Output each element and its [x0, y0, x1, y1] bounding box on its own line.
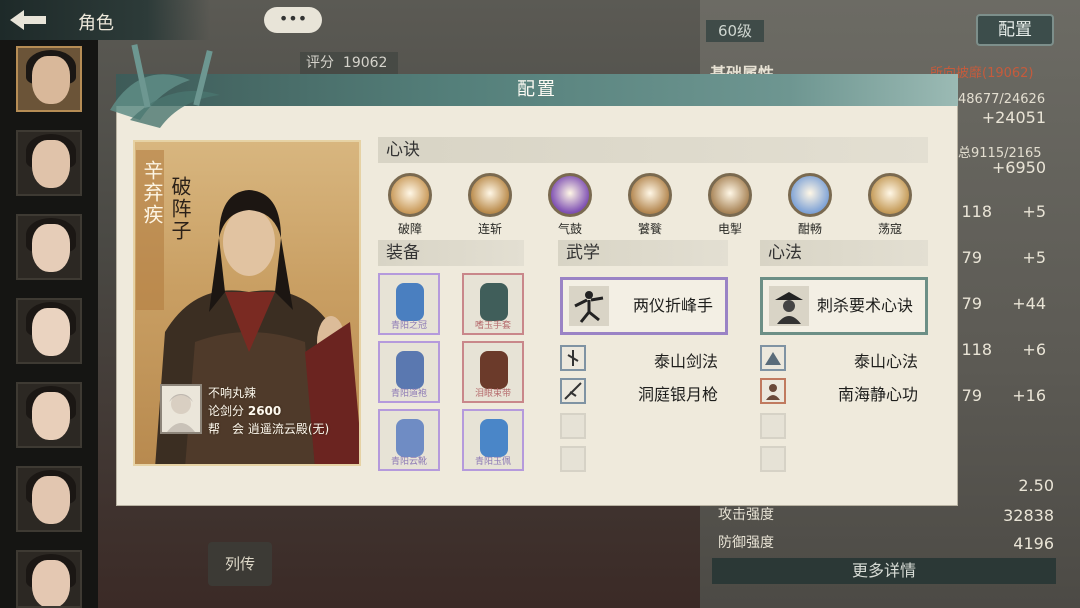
stat-label: 攻击强度 [718, 507, 774, 523]
player-guild: 帮 会 逍遥流云殿(无) [208, 422, 330, 436]
equipment-label: 泪眼束带 [474, 389, 511, 399]
martial-art-icon [569, 286, 609, 326]
equipment-icon [480, 351, 508, 389]
player-name: 不响丸辣 [208, 386, 257, 400]
stat-value: +5 [1022, 202, 1046, 221]
xinfa-section-title: 心法 [760, 240, 928, 266]
equipment-section-title: 装备 [378, 240, 524, 266]
stat-value: 4196 [1013, 534, 1054, 553]
equipment-slot[interactable]: 青阳云靴 [378, 409, 440, 471]
equipment-label: 嗜玉手套 [474, 321, 511, 331]
character-title: 破阵子 [168, 176, 192, 242]
xinjue-skill-icon[interactable] [868, 173, 912, 217]
empty-skill-slot[interactable] [560, 446, 586, 472]
xinfa-skill-label: 泰山心法 [853, 352, 918, 371]
xinjue-skill-icon[interactable] [468, 173, 512, 217]
stat-value: +5 [1022, 248, 1046, 267]
stat-sub: 79 [961, 294, 982, 313]
character-slot[interactable] [16, 382, 82, 448]
stat-value: +6950 [991, 158, 1046, 177]
xinjue-skill-label: 饕餮 [637, 222, 662, 236]
xinjue-skill-label: 连斩 [477, 222, 502, 236]
stat-sub: 118 [961, 202, 992, 221]
stat-sub: 118 [961, 340, 992, 359]
xinjue-skill-label: 荡寇 [877, 222, 902, 236]
empty-skill-slot[interactable] [760, 446, 786, 472]
page-title: 角色 [78, 13, 114, 34]
equipment-label: 青阳之冠 [390, 321, 427, 331]
score-chip: 评分 19062 [300, 52, 398, 74]
stat-value: +6 [1022, 340, 1046, 359]
more-options-button[interactable]: ••• [264, 7, 322, 33]
character-slot[interactable] [16, 214, 82, 280]
equipment-label: 青阳玉佩 [474, 457, 511, 467]
liezhuan-button[interactable]: 列传 [208, 542, 272, 586]
player-score: 论剑分 2600 [208, 404, 282, 418]
wuxue-main-skill[interactable]: 两仪折峰手 [560, 277, 728, 335]
equipment-slot[interactable]: 泪眼束带 [462, 341, 524, 403]
character-slot[interactable] [16, 46, 82, 112]
spear-skill-icon[interactable] [560, 378, 586, 404]
xinjue-skill-icon[interactable] [388, 173, 432, 217]
more-details-button[interactable]: 更多详情 [712, 558, 1056, 584]
player-avatar [160, 384, 202, 434]
xinjue-skill-icon[interactable] [548, 173, 592, 217]
xinjue-skill-icon[interactable] [708, 173, 752, 217]
xinjue-skill-icon[interactable] [788, 173, 832, 217]
equipment-icon [480, 283, 508, 321]
stat-value: 32838 [1003, 506, 1054, 525]
equipment-slot[interactable]: 青阳之冠 [378, 273, 440, 335]
stat-value: 2.50 [1018, 476, 1054, 495]
wuxue-section-title: 武学 [558, 240, 728, 266]
nanhai-xinfa-icon[interactable] [760, 378, 786, 404]
character-slot[interactable] [16, 298, 82, 364]
xinjue-section-title: 心诀 [378, 137, 928, 163]
xinjue-skill-label: 气鼓 [557, 222, 582, 236]
stat-sub: 48677/24626 [958, 92, 1046, 107]
sword-skill-icon[interactable] [560, 345, 586, 371]
stat-value: +44 [1012, 294, 1046, 313]
stat-sub: 79 [961, 386, 982, 405]
equipment-icon [396, 351, 424, 389]
stat-value: +24051 [981, 108, 1046, 127]
equipment-slot[interactable]: 青阳道袍 [378, 341, 440, 403]
character-slot[interactable] [16, 466, 82, 532]
back-arrow-icon [10, 10, 46, 30]
wuxue-main-label: 两仪折峰手 [632, 296, 713, 315]
stat-label: 防御强度 [718, 535, 774, 551]
back-button[interactable] [6, 6, 62, 34]
stat-value: +16 [1012, 386, 1046, 405]
xinfa-main-skill[interactable]: 刺杀要术心诀 [760, 277, 928, 335]
wuxue-skill-label: 洞庭银月枪 [637, 385, 718, 404]
stat-sub: 79 [961, 248, 982, 267]
xinfa-main-label: 刺杀要术心诀 [816, 296, 913, 315]
xinjue-skill-label: 电掣 [717, 222, 742, 236]
equipment-slot[interactable]: 嗜玉手套 [462, 273, 524, 335]
equipment-slot[interactable]: 青阳玉佩 [462, 409, 524, 471]
level-badge: 60级 [706, 20, 764, 42]
decorative-swords-icon [110, 44, 220, 128]
character-slot[interactable] [16, 130, 82, 196]
character-name: 辛弃疾 [140, 160, 164, 226]
xinjue-skill-label: 破障 [397, 222, 422, 236]
xinjue-skill-icon[interactable] [628, 173, 672, 217]
equipment-label: 青阳云靴 [390, 457, 427, 467]
equipment-label: 青阳道袍 [390, 389, 427, 399]
empty-skill-slot[interactable] [560, 413, 586, 439]
equipment-icon [396, 419, 424, 457]
wuxue-skill-label: 泰山剑法 [653, 352, 718, 371]
equipment-icon [396, 283, 424, 321]
empty-skill-slot[interactable] [760, 413, 786, 439]
assassin-art-icon [769, 286, 809, 326]
xinjue-skill-label: 酣畅 [797, 222, 822, 236]
equipment-icon [480, 419, 508, 457]
config-button[interactable]: 配置 [976, 14, 1054, 46]
character-slot[interactable] [16, 550, 82, 608]
xinfa-skill-label: 南海静心功 [837, 385, 918, 404]
taishan-xinfa-icon[interactable] [760, 345, 786, 371]
